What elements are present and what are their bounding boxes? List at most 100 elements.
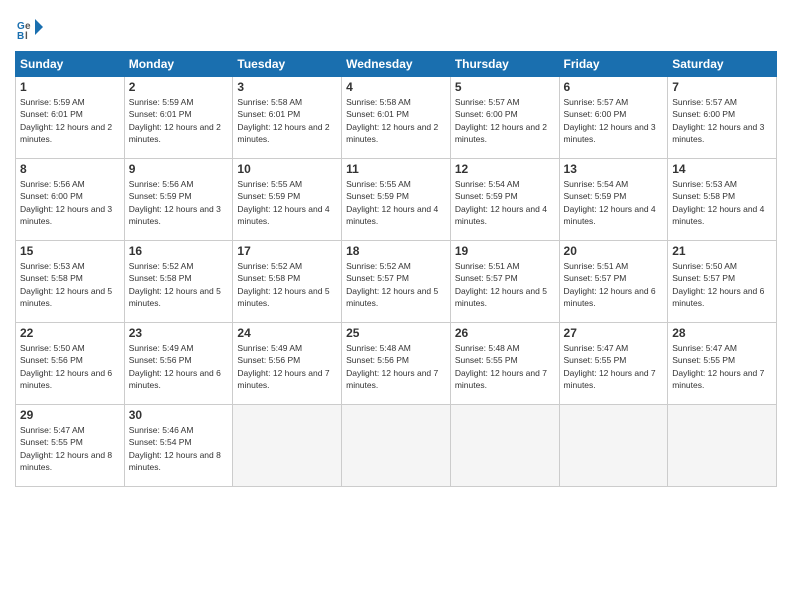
- weekday-header: Friday: [559, 52, 668, 77]
- day-info: Sunrise: 5:56 AMSunset: 6:00 PMDaylight:…: [20, 178, 120, 227]
- day-info: Sunrise: 5:51 AMSunset: 5:57 PMDaylight:…: [564, 260, 664, 309]
- calendar-row: 29 Sunrise: 5:47 AMSunset: 5:55 PMDaylig…: [16, 405, 777, 487]
- calendar-cell: 25 Sunrise: 5:48 AMSunset: 5:56 PMDaylig…: [342, 323, 451, 405]
- day-number: 8: [20, 162, 120, 176]
- day-info: Sunrise: 5:47 AMSunset: 5:55 PMDaylight:…: [20, 424, 120, 473]
- calendar-cell: 1 Sunrise: 5:59 AMSunset: 6:01 PMDayligh…: [16, 77, 125, 159]
- day-number: 14: [672, 162, 772, 176]
- day-number: 5: [455, 80, 555, 94]
- day-number: 7: [672, 80, 772, 94]
- calendar-cell: 22 Sunrise: 5:50 AMSunset: 5:56 PMDaylig…: [16, 323, 125, 405]
- svg-text:l: l: [25, 31, 28, 42]
- day-number: 23: [129, 326, 229, 340]
- day-info: Sunrise: 5:48 AMSunset: 5:55 PMDaylight:…: [455, 342, 555, 391]
- calendar-row: 8 Sunrise: 5:56 AMSunset: 6:00 PMDayligh…: [16, 159, 777, 241]
- day-number: 22: [20, 326, 120, 340]
- calendar-cell: 19 Sunrise: 5:51 AMSunset: 5:57 PMDaylig…: [450, 241, 559, 323]
- day-info: Sunrise: 5:51 AMSunset: 5:57 PMDaylight:…: [455, 260, 555, 309]
- day-info: Sunrise: 5:53 AMSunset: 5:58 PMDaylight:…: [20, 260, 120, 309]
- calendar-cell: 30 Sunrise: 5:46 AMSunset: 5:54 PMDaylig…: [124, 405, 233, 487]
- calendar-cell: 26 Sunrise: 5:48 AMSunset: 5:55 PMDaylig…: [450, 323, 559, 405]
- day-info: Sunrise: 5:54 AMSunset: 5:59 PMDaylight:…: [455, 178, 555, 227]
- day-info: Sunrise: 5:48 AMSunset: 5:56 PMDaylight:…: [346, 342, 446, 391]
- calendar-cell: 27 Sunrise: 5:47 AMSunset: 5:55 PMDaylig…: [559, 323, 668, 405]
- calendar-cell: 9 Sunrise: 5:56 AMSunset: 5:59 PMDayligh…: [124, 159, 233, 241]
- calendar-cell: 23 Sunrise: 5:49 AMSunset: 5:56 PMDaylig…: [124, 323, 233, 405]
- day-info: Sunrise: 5:59 AMSunset: 6:01 PMDaylight:…: [20, 96, 120, 145]
- calendar-cell: 13 Sunrise: 5:54 AMSunset: 5:59 PMDaylig…: [559, 159, 668, 241]
- day-info: Sunrise: 5:56 AMSunset: 5:59 PMDaylight:…: [129, 178, 229, 227]
- day-number: 13: [564, 162, 664, 176]
- calendar-cell: 3 Sunrise: 5:58 AMSunset: 6:01 PMDayligh…: [233, 77, 342, 159]
- calendar-row: 15 Sunrise: 5:53 AMSunset: 5:58 PMDaylig…: [16, 241, 777, 323]
- day-number: 21: [672, 244, 772, 258]
- day-number: 28: [672, 326, 772, 340]
- calendar-cell: 11 Sunrise: 5:55 AMSunset: 5:59 PMDaylig…: [342, 159, 451, 241]
- weekday-header: Thursday: [450, 52, 559, 77]
- day-info: Sunrise: 5:47 AMSunset: 5:55 PMDaylight:…: [672, 342, 772, 391]
- weekday-header: Wednesday: [342, 52, 451, 77]
- day-number: 26: [455, 326, 555, 340]
- day-info: Sunrise: 5:47 AMSunset: 5:55 PMDaylight:…: [564, 342, 664, 391]
- calendar-cell: 10 Sunrise: 5:55 AMSunset: 5:59 PMDaylig…: [233, 159, 342, 241]
- day-info: Sunrise: 5:58 AMSunset: 6:01 PMDaylight:…: [237, 96, 337, 145]
- day-number: 10: [237, 162, 337, 176]
- day-info: Sunrise: 5:55 AMSunset: 5:59 PMDaylight:…: [346, 178, 446, 227]
- weekday-header: Sunday: [16, 52, 125, 77]
- day-info: Sunrise: 5:55 AMSunset: 5:59 PMDaylight:…: [237, 178, 337, 227]
- calendar-cell: [233, 405, 342, 487]
- calendar-cell: 20 Sunrise: 5:51 AMSunset: 5:57 PMDaylig…: [559, 241, 668, 323]
- day-info: Sunrise: 5:52 AMSunset: 5:57 PMDaylight:…: [346, 260, 446, 309]
- calendar-cell: 6 Sunrise: 5:57 AMSunset: 6:00 PMDayligh…: [559, 77, 668, 159]
- day-info: Sunrise: 5:54 AMSunset: 5:59 PMDaylight:…: [564, 178, 664, 227]
- calendar-cell: 12 Sunrise: 5:54 AMSunset: 5:59 PMDaylig…: [450, 159, 559, 241]
- day-info: Sunrise: 5:50 AMSunset: 5:56 PMDaylight:…: [20, 342, 120, 391]
- day-number: 25: [346, 326, 446, 340]
- calendar-cell: 17 Sunrise: 5:52 AMSunset: 5:58 PMDaylig…: [233, 241, 342, 323]
- calendar-cell: 2 Sunrise: 5:59 AMSunset: 6:01 PMDayligh…: [124, 77, 233, 159]
- day-number: 6: [564, 80, 664, 94]
- calendar-cell: [342, 405, 451, 487]
- day-number: 9: [129, 162, 229, 176]
- calendar-cell: 29 Sunrise: 5:47 AMSunset: 5:55 PMDaylig…: [16, 405, 125, 487]
- day-info: Sunrise: 5:46 AMSunset: 5:54 PMDaylight:…: [129, 424, 229, 473]
- calendar-cell: 4 Sunrise: 5:58 AMSunset: 6:01 PMDayligh…: [342, 77, 451, 159]
- calendar-cell: 8 Sunrise: 5:56 AMSunset: 6:00 PMDayligh…: [16, 159, 125, 241]
- day-number: 19: [455, 244, 555, 258]
- calendar-row: 22 Sunrise: 5:50 AMSunset: 5:56 PMDaylig…: [16, 323, 777, 405]
- weekday-header: Monday: [124, 52, 233, 77]
- day-info: Sunrise: 5:59 AMSunset: 6:01 PMDaylight:…: [129, 96, 229, 145]
- day-info: Sunrise: 5:58 AMSunset: 6:01 PMDaylight:…: [346, 96, 446, 145]
- calendar-cell: 5 Sunrise: 5:57 AMSunset: 6:00 PMDayligh…: [450, 77, 559, 159]
- calendar-row: 1 Sunrise: 5:59 AMSunset: 6:01 PMDayligh…: [16, 77, 777, 159]
- day-number: 24: [237, 326, 337, 340]
- day-number: 15: [20, 244, 120, 258]
- day-number: 4: [346, 80, 446, 94]
- page-header: G e B l: [15, 15, 777, 43]
- day-number: 11: [346, 162, 446, 176]
- day-number: 30: [129, 408, 229, 422]
- calendar-cell: 28 Sunrise: 5:47 AMSunset: 5:55 PMDaylig…: [668, 323, 777, 405]
- calendar-cell: 18 Sunrise: 5:52 AMSunset: 5:57 PMDaylig…: [342, 241, 451, 323]
- calendar-cell: 15 Sunrise: 5:53 AMSunset: 5:58 PMDaylig…: [16, 241, 125, 323]
- day-number: 2: [129, 80, 229, 94]
- calendar-cell: 7 Sunrise: 5:57 AMSunset: 6:00 PMDayligh…: [668, 77, 777, 159]
- day-number: 1: [20, 80, 120, 94]
- day-info: Sunrise: 5:53 AMSunset: 5:58 PMDaylight:…: [672, 178, 772, 227]
- day-info: Sunrise: 5:49 AMSunset: 5:56 PMDaylight:…: [129, 342, 229, 391]
- calendar-table: SundayMondayTuesdayWednesdayThursdayFrid…: [15, 51, 777, 487]
- day-number: 12: [455, 162, 555, 176]
- day-info: Sunrise: 5:49 AMSunset: 5:56 PMDaylight:…: [237, 342, 337, 391]
- day-number: 16: [129, 244, 229, 258]
- calendar-cell: [668, 405, 777, 487]
- calendar-cell: 16 Sunrise: 5:52 AMSunset: 5:58 PMDaylig…: [124, 241, 233, 323]
- day-info: Sunrise: 5:50 AMSunset: 5:57 PMDaylight:…: [672, 260, 772, 309]
- day-info: Sunrise: 5:57 AMSunset: 6:00 PMDaylight:…: [564, 96, 664, 145]
- day-info: Sunrise: 5:52 AMSunset: 5:58 PMDaylight:…: [237, 260, 337, 309]
- weekday-header: Tuesday: [233, 52, 342, 77]
- day-info: Sunrise: 5:52 AMSunset: 5:58 PMDaylight:…: [129, 260, 229, 309]
- svg-text:B: B: [17, 31, 24, 42]
- day-number: 27: [564, 326, 664, 340]
- calendar-cell: 24 Sunrise: 5:49 AMSunset: 5:56 PMDaylig…: [233, 323, 342, 405]
- logo-icon: G e B l: [15, 15, 43, 43]
